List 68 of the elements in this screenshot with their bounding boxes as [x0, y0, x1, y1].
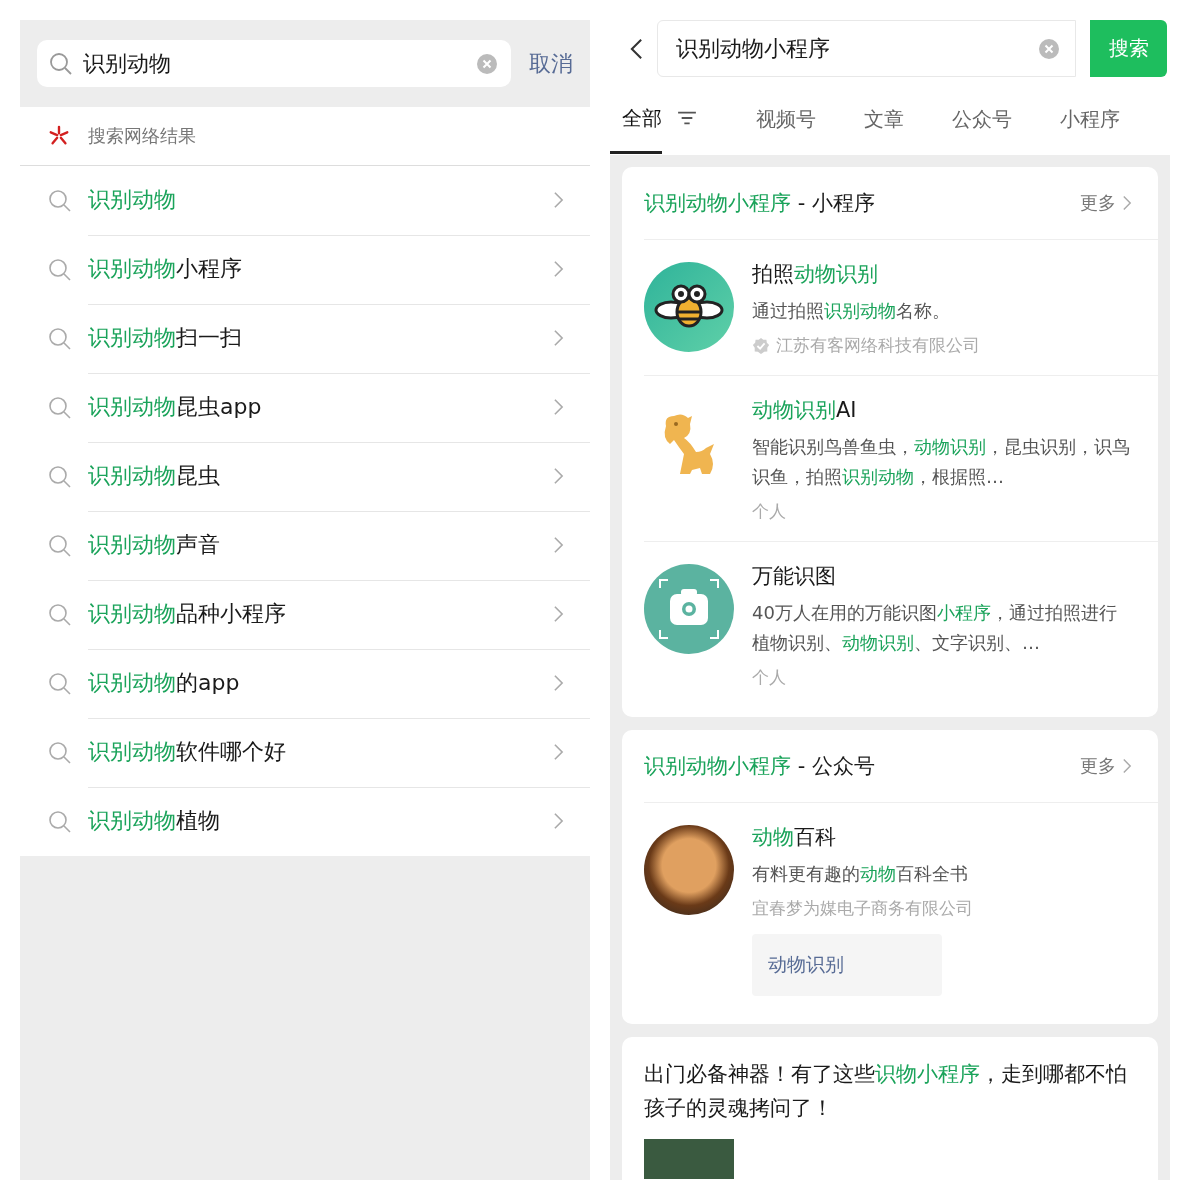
result-description: 40万人在用的万能识图小程序，通过拍照进行植物识别、动物识别、文字识别、… [752, 601, 1118, 655]
section-title: 识别动物小程序 - 小程序 [644, 190, 876, 217]
verified-badge-icon [752, 336, 770, 355]
section-label: 搜索网络结果 [88, 124, 196, 148]
search-field[interactable]: 识别动物 [37, 40, 511, 87]
source-text: 江苏有客网络科技有限公司 [776, 334, 980, 357]
result-title[interactable]: 拍照动物识别 [752, 260, 1132, 288]
chevron-right-icon [553, 743, 564, 761]
result-description: 通过拍照识别动物名称。 [752, 299, 951, 323]
search-icon [48, 395, 72, 420]
back-icon[interactable] [630, 36, 643, 61]
result-description: 智能识别鸟兽鱼虫，动物识别，昆虫识别，识鸟识鱼，拍照识别动物，根据照… [752, 435, 1131, 489]
menu-button[interactable]: 动物识别 [752, 934, 942, 996]
tab[interactable]: 文章 [852, 95, 904, 155]
chevron-right-icon [553, 605, 564, 623]
tab[interactable]: 视频号 [744, 95, 816, 155]
chevron-right-icon [553, 467, 564, 485]
search-icon [48, 257, 72, 282]
suggestion-text[interactable]: 识别动物昆虫 [88, 461, 553, 491]
search-icon [48, 671, 72, 696]
search-icon [48, 533, 72, 558]
search-icon [48, 188, 72, 213]
bee-icon [644, 262, 734, 352]
suggestion-text[interactable]: 识别动物小程序 [88, 254, 553, 284]
search-icon [48, 326, 72, 351]
suggestion-text[interactable]: 识别动物软件哪个好 [88, 737, 553, 767]
chevron-right-icon [553, 260, 564, 278]
tab[interactable]: 小程序 [1048, 95, 1120, 155]
section-title: 识别动物小程序 - 公众号 [644, 753, 876, 780]
source-text: 个人 [752, 666, 786, 689]
search-query: 识别动物 [83, 49, 172, 78]
result-description: 有料更有趣的动物百科全书 [752, 862, 969, 886]
article-title[interactable]: 出门必备神器！有了这些识物小程序，走到哪都不怕孩子的灵魂拷问了！ [644, 1057, 1132, 1125]
suggestion-text[interactable]: 识别动物的app [88, 668, 553, 698]
result-title[interactable]: 动物识别AI [752, 396, 1132, 424]
suggestion-text[interactable]: 识别动物昆虫app [88, 392, 553, 422]
chevron-right-icon[interactable] [1122, 195, 1132, 211]
search-icon [48, 602, 72, 627]
suggestion-text[interactable]: 识别动物植物 [88, 806, 553, 836]
source-text: 个人 [752, 500, 786, 523]
clear-icon[interactable] [1039, 38, 1059, 59]
chevron-right-icon [553, 191, 564, 209]
cancel-button[interactable]: 取消 [529, 48, 573, 79]
chevron-right-icon [553, 536, 564, 554]
chevron-right-icon [553, 812, 564, 830]
suggestion-text[interactable]: 识别动物品种小程序 [88, 599, 553, 629]
clear-icon[interactable] [477, 53, 497, 74]
search-icon [49, 51, 73, 76]
search-icon [48, 464, 72, 489]
camera-icon [644, 564, 734, 654]
search-field[interactable]: 识别动物小程序 [657, 20, 1076, 77]
suggestion-text[interactable]: 识别动物声音 [88, 530, 553, 560]
search-query: 识别动物小程序 [676, 34, 831, 63]
result-title[interactable]: 动物百科 [752, 823, 1132, 851]
search-icon [48, 740, 72, 765]
chevron-right-icon[interactable] [1122, 758, 1132, 774]
more-link[interactable]: 更多 [1080, 754, 1116, 778]
star-icon [48, 125, 70, 147]
chevron-right-icon [553, 398, 564, 416]
filter-icon[interactable] [676, 109, 698, 126]
chevron-right-icon [553, 674, 564, 692]
source-text: 宜春梦为媒电子商务有限公司 [752, 897, 973, 920]
more-link[interactable]: 更多 [1080, 191, 1116, 215]
result-title[interactable]: 万能识图 [752, 562, 1132, 590]
suggestion-text[interactable]: 识别动物扫一扫 [88, 323, 553, 353]
chevron-right-icon [553, 329, 564, 347]
search-icon [48, 809, 72, 834]
tab[interactable]: 公众号 [940, 95, 1012, 155]
